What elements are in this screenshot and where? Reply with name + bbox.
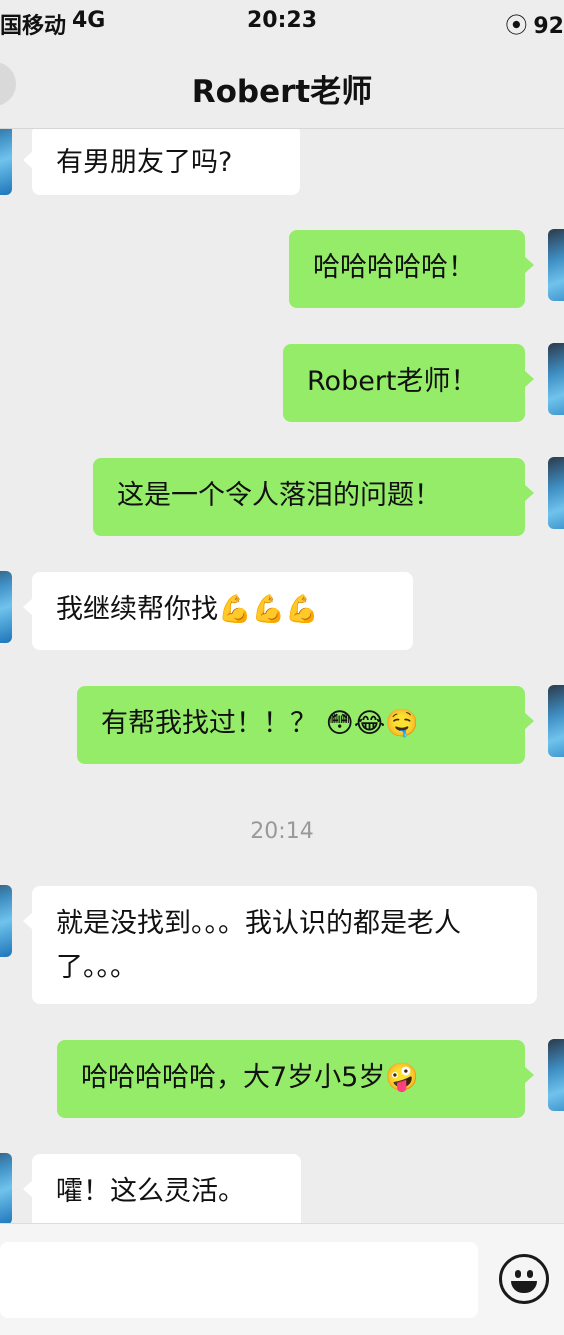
message-bubble-outgoing[interactable]: 有帮我找过！！？ 😳😂🤤 <box>77 686 534 764</box>
message-bubble-incoming[interactable]: 嚯！这么灵活。 <box>23 1154 301 1223</box>
battery-level: 92 <box>533 14 564 39</box>
contact-avatar[interactable] <box>0 129 12 195</box>
message-bubble-incoming[interactable]: 我继续帮你找💪💪💪 <box>23 572 413 650</box>
message-bubble-incoming[interactable]: 有男朋友了吗? <box>23 129 300 195</box>
input-bar <box>0 1223 564 1335</box>
chat-header: Robert老师 <box>0 44 564 129</box>
message-list[interactable]: 有男朋友了吗? 哈哈哈哈哈！ Robert老师！ 这是一个令人落泪的问题！ 我继… <box>0 129 564 1223</box>
chat-title: Robert老师 <box>191 74 373 110</box>
user-avatar[interactable] <box>548 685 564 757</box>
status-bar: 国移动 4G 20:23 ⦿ 92 <box>0 0 564 44</box>
message-bubble-outgoing[interactable]: 哈哈哈哈哈，大7岁小5岁🤪 <box>57 1040 534 1118</box>
user-avatar[interactable] <box>548 1039 564 1111</box>
message-bubble-incoming[interactable]: 就是没找到。。。我认识的都是老人了。。。 <box>23 886 537 1004</box>
user-avatar[interactable] <box>548 229 564 301</box>
message-bubble-outgoing[interactable]: 这是一个令人落泪的问题！ <box>93 458 534 536</box>
smiley-face-icon[interactable] <box>499 1254 549 1304</box>
contact-avatar[interactable] <box>0 1153 12 1223</box>
clock: 20:23 <box>246 8 318 33</box>
battery-indicator: ⦿ 92 <box>505 8 564 40</box>
mouth <box>511 1281 537 1293</box>
contact-avatar[interactable] <box>0 885 12 957</box>
message-input[interactable] <box>0 1242 478 1318</box>
user-avatar[interactable] <box>548 457 564 529</box>
contact-avatar[interactable] <box>0 571 12 643</box>
message-bubble-outgoing[interactable]: 哈哈哈哈哈！ <box>289 230 534 308</box>
message-timestamp: 20:14 <box>250 819 314 844</box>
message-bubble-outgoing[interactable]: Robert老师！ <box>283 344 534 422</box>
eye-left <box>515 1270 521 1278</box>
user-avatar[interactable] <box>548 343 564 415</box>
eye-right <box>527 1270 533 1278</box>
rotation-lock-icon: ⦿ <box>505 14 528 39</box>
